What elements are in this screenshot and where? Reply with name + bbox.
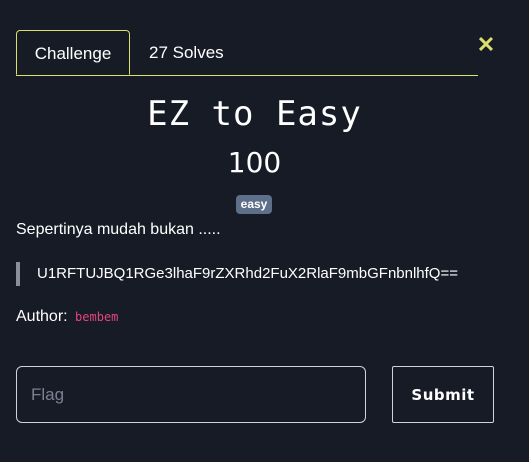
- tab-solves[interactable]: 27 Solves: [149, 30, 224, 75]
- submit-button[interactable]: Submit: [392, 366, 494, 423]
- flag-input[interactable]: [16, 366, 366, 423]
- ciphertext-blockquote: U1RFTUJBQ1RGe3lhaF9rZXRhd2FuX2RlaF9mbGFn…: [16, 262, 458, 286]
- challenge-tabs: Challenge 27 Solves: [16, 30, 478, 76]
- challenge-description: Sepertinya mudah bukan .....: [16, 221, 221, 238]
- tab-challenge[interactable]: Challenge: [16, 30, 130, 75]
- author-name: bembem: [75, 310, 119, 324]
- difficulty-tag: easy: [236, 195, 272, 214]
- author-label: Author:: [16, 308, 68, 325]
- author-line: Author: bembem: [16, 308, 118, 326]
- challenge-points: 100: [227, 146, 282, 179]
- close-icon[interactable]: ✕: [476, 34, 496, 56]
- challenge-title: EZ to Easy: [147, 94, 362, 134]
